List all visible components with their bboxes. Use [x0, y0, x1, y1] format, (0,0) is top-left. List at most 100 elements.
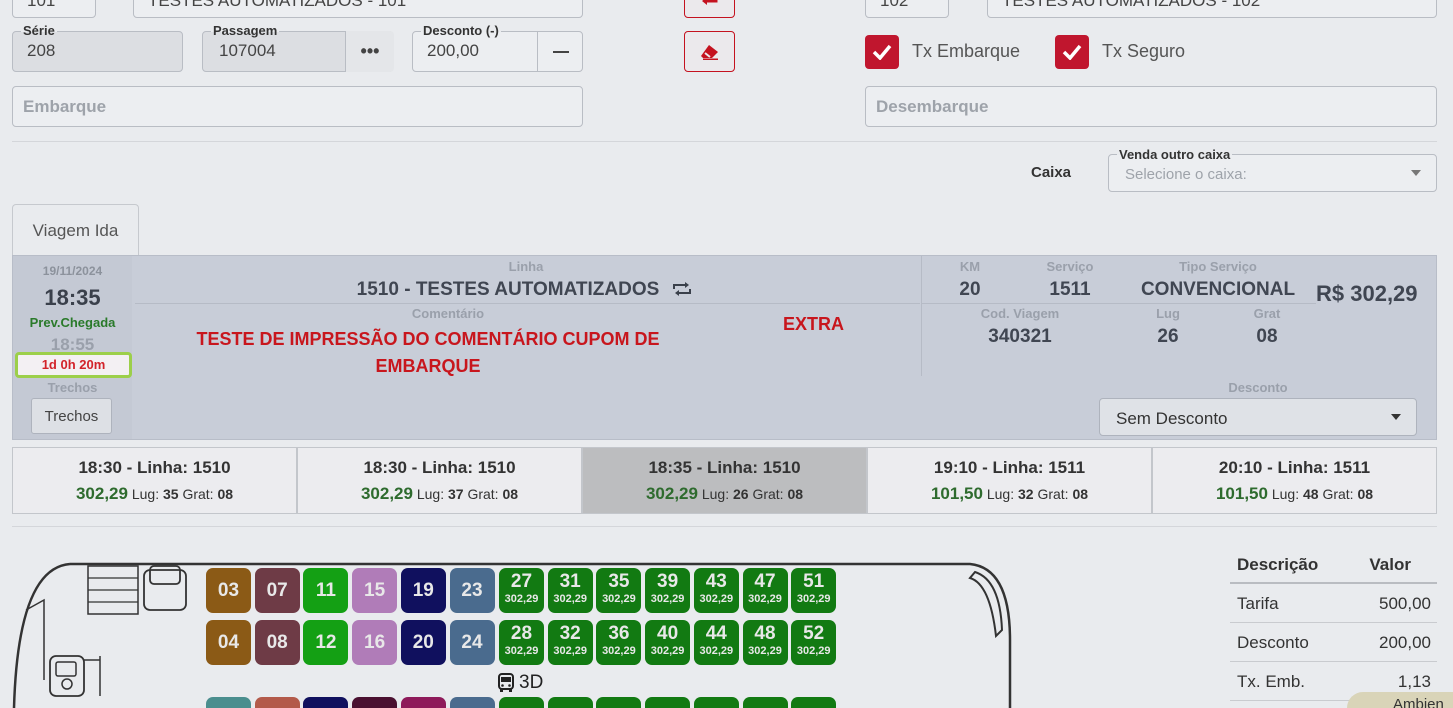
seat[interactable]: 07 [254, 568, 300, 613]
seat[interactable] [693, 697, 739, 708]
seat[interactable]: 27 302,29 [499, 568, 544, 613]
seat[interactable] [791, 697, 837, 708]
origin-name-field[interactable]: TESTES AUTOMATIZADOS - 101 [133, 0, 583, 18]
slot-info: 101,50 Lug: 32 Grat: 08 [868, 484, 1151, 504]
seat[interactable]: 39 302,29 [645, 568, 691, 613]
passagem-field[interactable]: Passagem 107004 ••• [202, 23, 394, 72]
seat[interactable]: 12 [303, 620, 349, 665]
seat[interactable] [352, 697, 398, 708]
check-icon [872, 44, 892, 60]
seat[interactable]: 52 302,29 [791, 620, 837, 665]
seat[interactable]: 44 302,29 [693, 620, 739, 665]
dest-code-field[interactable]: 102 [865, 0, 949, 18]
seat[interactable]: 47 302,29 [742, 568, 788, 613]
linha-value: 1510 - TESTES AUTOMATIZADOS [356, 279, 660, 300]
seat-number: 03 [217, 580, 240, 601]
seat[interactable]: 15 [352, 568, 398, 613]
seat[interactable]: 11 [303, 568, 349, 613]
seat-number: 48 [754, 623, 776, 644]
slot-title: 18:30 - Linha: 1510 [363, 458, 516, 477]
venda-outro-caixa-label: Venda outro caixa [1117, 147, 1233, 163]
seat-number: 08 [266, 632, 288, 653]
seat-number: 24 [461, 632, 483, 653]
seat-number: 44 [705, 623, 727, 644]
seat[interactable] [742, 697, 788, 708]
extra-badge: EXTRA [783, 314, 845, 334]
seat[interactable]: 32 302,29 [547, 620, 593, 665]
seat[interactable] [206, 697, 251, 708]
seat[interactable]: 08 [254, 620, 300, 665]
seat[interactable]: 43 302,29 [693, 568, 739, 613]
seat[interactable]: 19 [400, 568, 446, 613]
desembarque-field[interactable]: Desembarque [865, 86, 1437, 127]
seat[interactable] [303, 697, 349, 708]
seat[interactable]: 20 [400, 620, 446, 665]
comentario-value: TESTE DE IMPRESSÃO DO COMENTÁRIO CUPOM D… [196, 329, 660, 376]
ambiente-tab[interactable]: Ambien [1347, 692, 1453, 708]
seat[interactable] [596, 697, 642, 708]
desconto-label: Desconto (-) [421, 23, 501, 39]
seat[interactable]: 04 [206, 620, 251, 665]
clear-button[interactable] [684, 31, 735, 72]
schedule-slot[interactable]: 19:10 - Linha: 1511 101,50 Lug: 32 Grat: … [867, 447, 1152, 514]
slot-title: 20:10 - Linha: 1511 [1218, 458, 1371, 477]
seat[interactable]: 51 302,29 [791, 568, 837, 613]
seat[interactable]: 36 302,29 [596, 620, 642, 665]
tx-embarque-checkbox[interactable] [865, 35, 899, 69]
dest-code-value: 102 [880, 0, 909, 10]
seat-price: 302,29 [602, 593, 636, 605]
seat[interactable] [449, 697, 495, 708]
tab-viagem-ida[interactable]: Viagem Ida [12, 204, 139, 257]
slot-grat-value: 08 [1357, 486, 1374, 502]
embarque-field[interactable]: Embarque [12, 86, 583, 127]
seat-price: 302,29 [602, 645, 636, 657]
schedule-slot[interactable]: 20:10 - Linha: 1511 101,50 Lug: 48 Grat: … [1152, 447, 1437, 514]
slot-grat-value: 08 [787, 486, 804, 502]
dest-name-field[interactable]: TESTES AUTOMATIZADOS - 102 [987, 0, 1437, 18]
seat[interactable]: 31 302,29 [547, 568, 593, 613]
seat[interactable]: 23 [449, 568, 495, 613]
seat[interactable]: 03 [206, 568, 251, 613]
origin-code-field[interactable]: 101 [12, 0, 96, 18]
seat[interactable] [254, 697, 300, 708]
seat[interactable]: 28 302,29 [499, 620, 544, 665]
seat[interactable]: 40 302,29 [645, 620, 691, 665]
seat-number: 32 [559, 623, 581, 644]
schedule-slot[interactable]: 18:35 - Linha: 1510 302,29 Lug: 26 Grat: … [582, 447, 867, 514]
tipo-servico-label: Tipo Serviço [1179, 259, 1257, 274]
passagem-more-button[interactable]: ••• [345, 31, 394, 72]
schedule-slot[interactable]: 18:30 - Linha: 1510 302,29 Lug: 35 Grat: … [12, 447, 297, 514]
desconto-select[interactable]: Sem Desconto [1099, 398, 1417, 436]
tx-seguro-checkbox[interactable] [1055, 35, 1089, 69]
serie-field[interactable]: Série 208 [12, 23, 183, 72]
desconto-field[interactable]: Desconto (-) 200,00 [412, 23, 584, 72]
chevron-down-icon [1411, 170, 1421, 176]
slot-price: 302,29 [75, 484, 128, 503]
bus-icon [498, 673, 514, 692]
seat[interactable]: 48 302,29 [742, 620, 788, 665]
floor-indicator[interactable]: 3D [497, 672, 543, 694]
seat[interactable] [499, 697, 544, 708]
seat-number: 23 [461, 580, 483, 601]
seat[interactable]: 16 [352, 620, 398, 665]
repeat-icon[interactable] [671, 280, 693, 298]
seat[interactable] [645, 697, 691, 708]
seat[interactable] [547, 697, 593, 708]
header-descricao: Descrição [1237, 555, 1319, 574]
seat[interactable] [400, 697, 446, 708]
seat-number: 47 [754, 571, 776, 592]
table-header: Descrição Valor [1230, 545, 1437, 584]
desconto-minus-button[interactable] [537, 31, 584, 72]
seat-number: 43 [705, 571, 727, 592]
seat[interactable]: 35 302,29 [596, 568, 642, 613]
slot-grat-label: Grat: [182, 486, 214, 502]
serie-value: 208 [27, 41, 56, 60]
seat[interactable]: 24 [449, 620, 495, 665]
seat-price: 302,29 [796, 645, 831, 657]
venda-outro-caixa-select[interactable]: Venda outro caixa Selecione o caixa: [1108, 147, 1437, 192]
slot-lug-label: Lug: [1271, 486, 1300, 502]
swap-route-button[interactable] [684, 0, 735, 18]
trechos-button[interactable]: Trechos [31, 398, 112, 434]
floor-label: 3D [519, 672, 544, 693]
schedule-slot[interactable]: 18:30 - Linha: 1510 302,29 Lug: 37 Grat: … [297, 447, 582, 514]
